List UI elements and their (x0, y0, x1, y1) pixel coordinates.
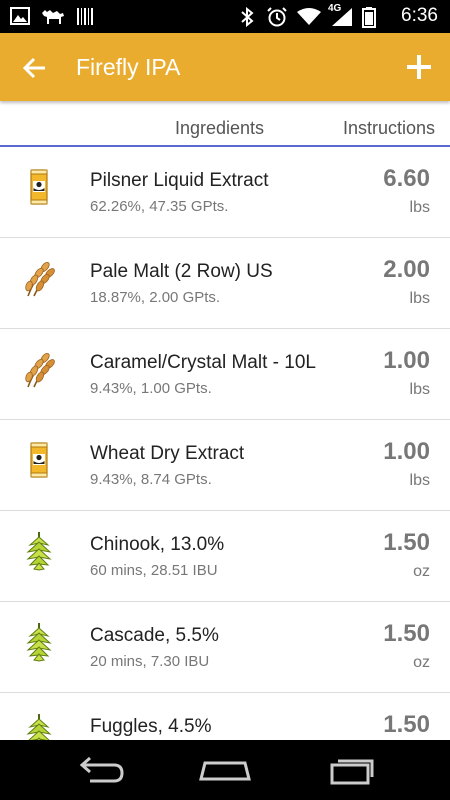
wifi-icon (297, 8, 321, 25)
plus-icon[interactable] (402, 50, 436, 84)
recents-nav-icon[interactable] (322, 753, 382, 787)
ingredient-amount: 2.00 (383, 256, 430, 283)
ingredient-unit: oz (413, 563, 430, 580)
battery-icon (362, 7, 376, 28)
ingredient-detail: 18.87%, 2.00 GPts. (90, 289, 221, 306)
ingredient-amount: 6.60 (383, 165, 430, 192)
ingredient-amount: 1.50 (383, 711, 430, 738)
page-title: Firefly IPA (76, 54, 181, 80)
status-time: 6:36 (401, 5, 438, 26)
ingredient-unit: lbs (409, 381, 430, 398)
tab-bar: Ingredients Instructions (0, 101, 450, 147)
ingredient-name: Fuggles, 4.5% (90, 716, 212, 737)
ingredient-name: Chinook, 13.0% (90, 534, 225, 555)
ingredient-amount: 1.00 (383, 347, 430, 374)
hop-icon (20, 531, 58, 571)
ingredient-name: Cascade, 5.5% (90, 625, 219, 646)
list-item[interactable]: Wheat Dry Extract 9.43%, 8.74 GPts. 1.00… (0, 420, 450, 511)
hop-icon (20, 713, 58, 740)
camel-icon (42, 10, 64, 24)
list-item[interactable]: Pale Malt (2 Row) US 18.87%, 2.00 GPts. … (0, 238, 450, 329)
grain-icon (20, 258, 58, 298)
barcode-icon (77, 8, 93, 25)
list-item[interactable]: Cascade, 5.5% 20 mins, 7.30 IBU 1.50 oz (0, 602, 450, 693)
app-bar: Firefly IPA (0, 33, 450, 101)
ingredient-amount: 1.50 (383, 620, 430, 647)
ingredient-detail: 9.43%, 1.00 GPts. (90, 380, 212, 397)
list-item[interactable]: Fuggles, 4.5% 1.50 (0, 693, 450, 740)
home-nav-icon[interactable] (195, 753, 255, 787)
ingredient-name: Pale Malt (2 Row) US (90, 261, 273, 282)
alarm-icon (267, 7, 287, 27)
image-icon (10, 7, 30, 25)
ingredient-unit: lbs (409, 290, 430, 307)
status-bar: 4G 6:36 (0, 0, 450, 33)
ingredient-amount: 1.50 (383, 529, 430, 556)
system-nav-bar (0, 740, 450, 800)
extract-can-icon (20, 167, 58, 207)
list-item[interactable]: Caramel/Crystal Malt - 10L 9.43%, 1.00 G… (0, 329, 450, 420)
ingredient-amount: 1.00 (383, 438, 430, 465)
bluetooth-icon (241, 7, 254, 27)
back-nav-icon[interactable] (70, 753, 130, 787)
ingredient-detail: 60 mins, 28.51 IBU (90, 562, 218, 579)
ingredient-detail: 62.26%, 47.35 GPts. (90, 198, 229, 215)
signal-icon (332, 8, 352, 26)
ingredient-detail: 20 mins, 7.30 IBU (90, 653, 210, 670)
ingredient-name: Wheat Dry Extract (90, 443, 245, 464)
ingredient-unit: oz (413, 654, 430, 671)
ingredient-unit: lbs (409, 472, 430, 489)
ingredient-unit: lbs (409, 199, 430, 216)
ingredient-detail: 9.43%, 8.74 GPts. (90, 471, 212, 488)
hop-icon (20, 622, 58, 662)
tab-instructions[interactable]: Instructions (343, 118, 435, 139)
ingredient-name: Pilsner Liquid Extract (90, 170, 269, 191)
arrow-back-icon[interactable] (18, 51, 52, 85)
list-item[interactable]: Chinook, 13.0% 60 mins, 28.51 IBU 1.50 o… (0, 511, 450, 602)
list-item[interactable]: Pilsner Liquid Extract 62.26%, 47.35 GPt… (0, 147, 450, 238)
ingredient-list: Pilsner Liquid Extract 62.26%, 47.35 GPt… (0, 147, 450, 740)
tab-ingredients[interactable]: Ingredients (175, 118, 264, 139)
extract-can-icon (20, 440, 58, 480)
ingredient-name: Caramel/Crystal Malt - 10L (90, 352, 316, 373)
grain-icon (20, 349, 58, 389)
